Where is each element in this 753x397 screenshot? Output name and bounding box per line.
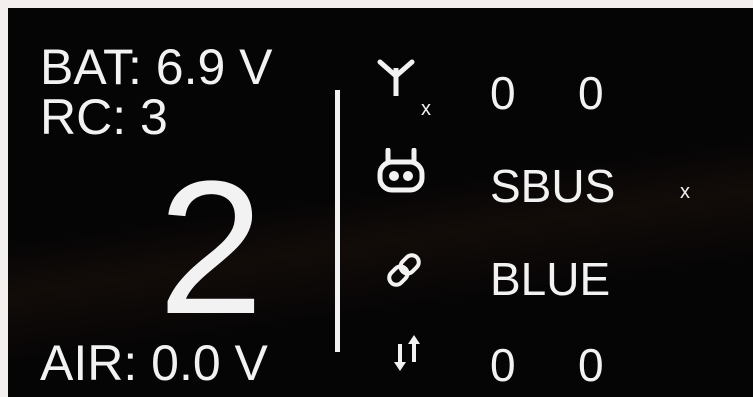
antenna-value-a: 0 — [490, 67, 516, 119]
vertical-divider — [335, 90, 340, 352]
transfer-value-b: 0 — [578, 339, 604, 391]
protocol-value: SBUS — [490, 160, 616, 212]
link-value: BLUE — [490, 253, 611, 305]
display-screen: BAT: 6.9 V RC: 3 2 AIR: 0.0 V x 0 0 SBUS… — [8, 8, 753, 397]
antenna-value-b: 0 — [578, 67, 604, 119]
transfer-arrows-icon — [392, 334, 422, 372]
air-voltage: AIR: 0.0 V — [40, 335, 268, 391]
antenna-icon — [376, 58, 416, 98]
antenna-mark: x — [421, 98, 431, 120]
protocol-mark: x — [680, 181, 690, 203]
transfer-value-a: 0 — [490, 339, 516, 391]
link-icon — [384, 250, 424, 290]
battery-voltage: BAT: 6.9 V — [40, 39, 273, 95]
receiver-icon — [376, 148, 426, 194]
model-number: 2 — [158, 142, 264, 354]
rc-count: RC: 3 — [40, 89, 168, 145]
